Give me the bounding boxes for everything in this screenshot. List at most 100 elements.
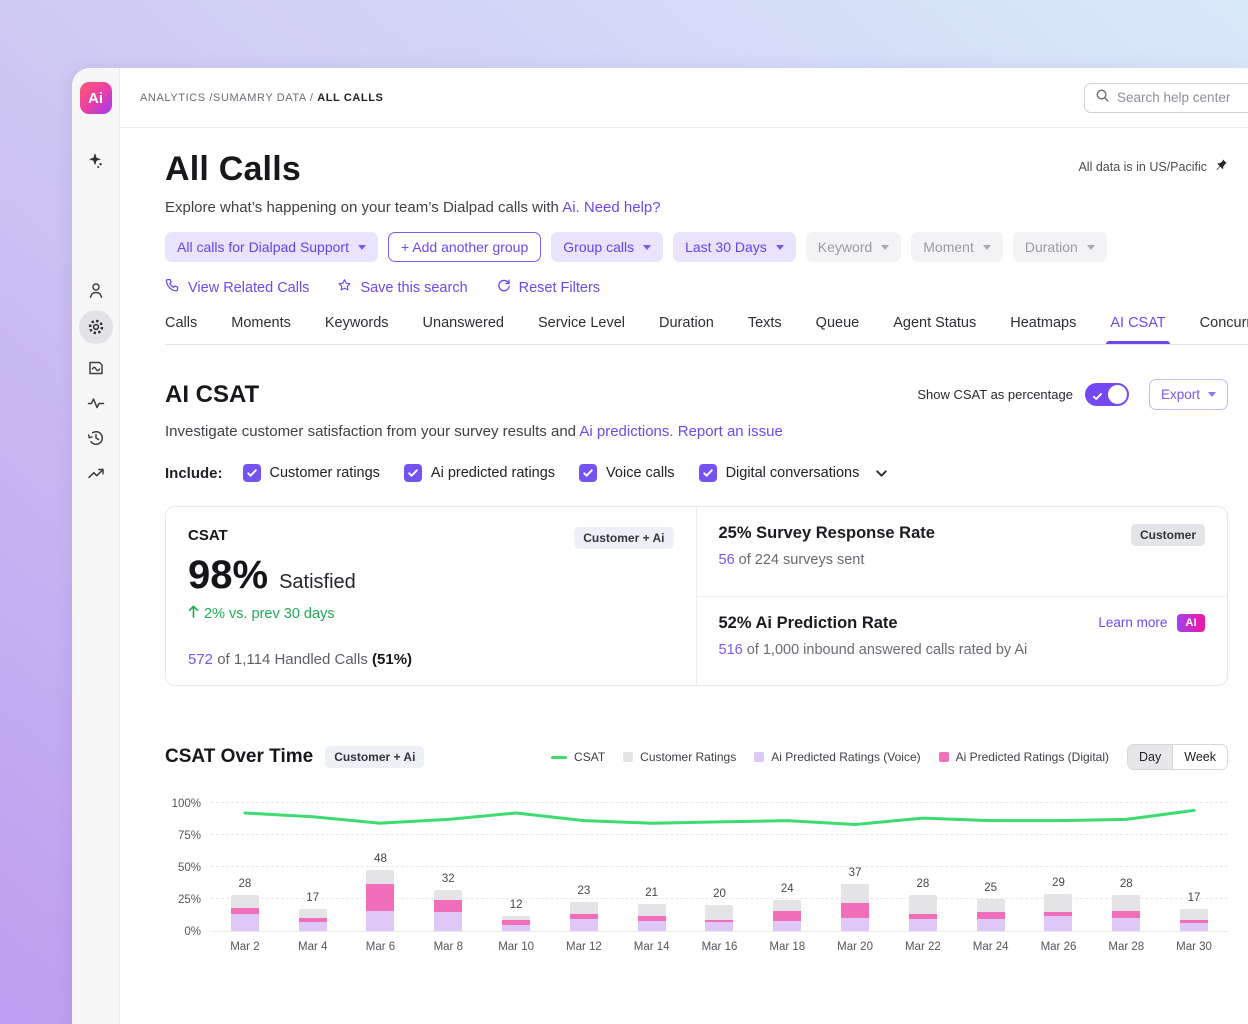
- view-related-calls-link[interactable]: View Related Calls: [165, 278, 309, 297]
- handled-calls-detail: 572 of 1,114 Handled Calls (51%): [188, 651, 412, 668]
- csat-percentage-toggle[interactable]: [1085, 383, 1129, 406]
- app-logo-icon[interactable]: Ai: [80, 82, 112, 114]
- page-subtitle: Explore what’s happening on your team’s …: [165, 199, 1228, 216]
- bar-total-label: 48: [347, 853, 415, 865]
- include-option-ai-predicted-ratings[interactable]: Ai predicted ratings: [404, 464, 555, 482]
- need-help-link[interactable]: Ai. Need help?: [562, 199, 660, 216]
- tab-service-level[interactable]: Service Level: [538, 315, 625, 344]
- tab-duration[interactable]: Duration: [659, 315, 714, 344]
- subtitle-text: Explore what’s happening on your team’s …: [165, 199, 562, 216]
- digital-segment: [841, 903, 869, 918]
- tab-moments[interactable]: Moments: [231, 315, 291, 344]
- learn-more-link[interactable]: Learn more: [1098, 615, 1167, 630]
- range-day-button[interactable]: Day: [1128, 745, 1172, 769]
- bar-column-mar-22: 28: [889, 804, 957, 931]
- legend-ai-predicted-ratings-voice[interactable]: Ai Predicted Ratings (Voice): [754, 750, 920, 764]
- bar-column-mar-8: 32: [414, 804, 482, 931]
- page-title: All Calls: [165, 150, 301, 189]
- breadcrumb-prefix[interactable]: ANALYTICS /SUMAMRY DATA /: [140, 92, 317, 104]
- x-tick-label: Mar 30: [1160, 941, 1228, 953]
- clipboard-wave-icon[interactable]: [85, 357, 107, 379]
- tab-heatmaps[interactable]: Heatmaps: [1010, 315, 1076, 344]
- tab-unanswered[interactable]: Unanswered: [423, 315, 504, 344]
- reset-filters-link[interactable]: Reset Filters: [496, 278, 600, 297]
- star-icon: [337, 278, 352, 297]
- bar-columns: 281748321223212024372825292817: [211, 804, 1228, 931]
- include-option-digital-conversations[interactable]: Digital conversations: [699, 464, 860, 482]
- voice-segment: [841, 918, 869, 931]
- voice-segment: [909, 919, 937, 931]
- tab-concurrent[interactable]: Concurrent: [1200, 315, 1248, 344]
- filter-pill-last-30-days[interactable]: Last 30 Days: [673, 232, 796, 262]
- save-this-search-link[interactable]: Save this search: [337, 278, 467, 297]
- voice-segment: [434, 912, 462, 931]
- filter-pill-add-another-group[interactable]: + Add another group: [388, 232, 541, 262]
- bar-column-mar-10: 12: [482, 804, 550, 931]
- bar-total-label: 25: [957, 882, 1025, 894]
- x-tick-label: Mar 28: [1092, 941, 1160, 953]
- chart-title: CSAT Over Time: [165, 746, 313, 768]
- filter-pill-all-calls-for-dialpad-support[interactable]: All calls for Dialpad Support: [165, 232, 378, 262]
- customer-segment: [977, 899, 1005, 912]
- range-week-button[interactable]: Week: [1172, 745, 1227, 769]
- legend-customer-ratings[interactable]: Customer Ratings: [623, 750, 736, 764]
- customer-ai-badge: Customer + Ai: [574, 527, 673, 549]
- tab-agent-status[interactable]: Agent Status: [893, 315, 976, 344]
- rated-calls-link[interactable]: 516: [719, 642, 743, 658]
- pulse-icon[interactable]: [85, 392, 107, 414]
- y-tick-label: 25%: [178, 894, 201, 906]
- gridline: [211, 802, 1228, 803]
- report-issue-link[interactable]: Report an issue: [678, 423, 783, 440]
- bar-column-mar-16: 20: [686, 804, 754, 931]
- stacked-bar: [502, 916, 530, 931]
- handled-calls-link[interactable]: 572: [188, 651, 213, 668]
- topbar: ANALYTICS /SUMAMRY DATA / ALL CALLS: [120, 68, 1248, 128]
- tab-calls[interactable]: Calls: [165, 315, 197, 344]
- trend-up-icon[interactable]: [85, 462, 107, 484]
- refresh-icon: [496, 278, 511, 297]
- legend-csat[interactable]: CSAT: [551, 750, 605, 764]
- digital-segment: [1112, 911, 1140, 919]
- csat-suffix: Satisfied: [279, 571, 356, 594]
- tab-texts[interactable]: Texts: [748, 315, 782, 344]
- voice-segment: [977, 919, 1005, 931]
- sparkle-icon[interactable]: [85, 150, 107, 172]
- filter-pill-keyword[interactable]: Keyword: [806, 232, 901, 262]
- bar-total-label: 17: [279, 892, 347, 904]
- history-icon[interactable]: [85, 427, 107, 449]
- person-icon[interactable]: [85, 280, 107, 302]
- search-input[interactable]: [1117, 90, 1248, 105]
- stacked-bar: [1044, 894, 1072, 931]
- tab-ai-csat[interactable]: AI CSAT: [1110, 315, 1165, 344]
- x-tick-label: Mar 10: [482, 941, 550, 953]
- page-content: All Calls All data is in US/Pacific Expl…: [120, 128, 1248, 1024]
- tab-queue[interactable]: Queue: [816, 315, 860, 344]
- help-search[interactable]: [1084, 83, 1248, 113]
- chevron-down-icon[interactable]: [875, 467, 888, 480]
- checkbox-checked-icon[interactable]: [579, 464, 597, 482]
- legend-ai-predicted-ratings-digital[interactable]: Ai Predicted Ratings (Digital): [939, 750, 1109, 764]
- include-option-voice-calls[interactable]: Voice calls: [579, 464, 675, 482]
- stacked-bar: [773, 900, 801, 931]
- stacked-bar: [231, 895, 259, 931]
- filter-pill-duration[interactable]: Duration: [1013, 232, 1107, 262]
- arrow-up-icon: [188, 605, 199, 622]
- checkbox-checked-icon[interactable]: [243, 464, 261, 482]
- tab-keywords[interactable]: Keywords: [325, 315, 389, 344]
- checkbox-checked-icon[interactable]: [404, 464, 422, 482]
- gear-icon[interactable]: [79, 310, 113, 344]
- filter-pill-moment[interactable]: Moment: [911, 232, 1003, 262]
- customer-segment: [570, 902, 598, 915]
- customer-segment: [366, 870, 394, 884]
- filter-pill-group-calls[interactable]: Group calls: [551, 232, 663, 262]
- prediction-rate-title: 52% Ai Prediction Rate: [719, 614, 1028, 633]
- surveys-link[interactable]: 56: [719, 552, 735, 568]
- checkbox-checked-icon[interactable]: [699, 464, 717, 482]
- pin-icon[interactable]: [1214, 158, 1228, 175]
- export-button[interactable]: Export: [1149, 379, 1228, 410]
- caret-down-icon: [983, 245, 991, 250]
- ai-predictions-link[interactable]: Ai predictions.: [579, 423, 673, 440]
- square-swatch: [623, 752, 633, 762]
- timezone-note: All data is in US/Pacific: [1078, 158, 1228, 175]
- include-option-customer-ratings[interactable]: Customer ratings: [243, 464, 380, 482]
